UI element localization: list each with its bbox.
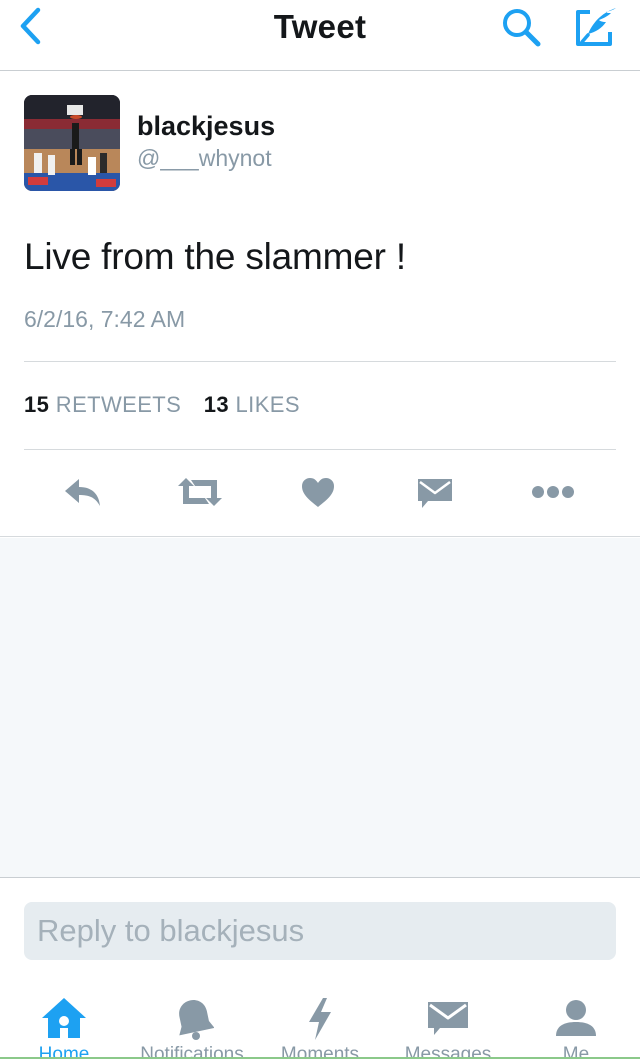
envelope-icon [428, 1002, 468, 1035]
conversation-area [0, 538, 640, 878]
more-button[interactable] [523, 467, 583, 517]
reply-button[interactable] [53, 467, 113, 517]
bell-icon [179, 1000, 214, 1040]
likes-stat[interactable]: 13 LIKES [204, 392, 300, 417]
reply-icon [65, 479, 100, 506]
more-icon [532, 486, 574, 498]
direct-message-button[interactable] [405, 467, 465, 517]
tab-label: Notifications [140, 1044, 244, 1059]
tab-label: Messages [404, 1044, 492, 1059]
user-name[interactable]: blackjesus [137, 111, 275, 142]
tab-me[interactable]: Me [512, 980, 640, 1059]
user-handle[interactable]: @___whynot [137, 145, 272, 172]
retweets-count: 15 [24, 392, 50, 417]
navigation-bar: Tweet [0, 0, 640, 71]
tweet-detail: blackjesus @___whynot Live from the slam… [0, 72, 640, 537]
retweet-button[interactable] [170, 467, 230, 517]
lightning-icon [309, 998, 331, 1040]
retweet-icon [178, 478, 222, 506]
tab-label: Me [562, 1044, 590, 1059]
compose-button[interactable] [570, 4, 620, 48]
home-icon [42, 998, 86, 1038]
likes-label: LIKES [235, 392, 300, 417]
heart-icon [302, 478, 334, 507]
tweet-actions [0, 467, 640, 517]
avatar[interactable] [24, 95, 120, 191]
search-icon [503, 9, 541, 47]
compose-icon [576, 8, 616, 46]
reply-bar [0, 879, 640, 979]
tweet-stats: 15 RETWEETS 13 LIKES [24, 392, 316, 418]
tab-bar: Home Notifications Moments Messages Me [0, 980, 640, 1059]
tab-messages[interactable]: Messages [384, 980, 512, 1059]
basketball-photo-avatar [24, 95, 120, 191]
direct-message-icon [418, 479, 452, 508]
retweets-stat[interactable]: 15 RETWEETS [24, 392, 181, 417]
tweet-timestamp: 6/2/16, 7:42 AM [24, 306, 186, 332]
tab-moments[interactable]: Moments [256, 980, 384, 1059]
tab-label: Moments [280, 1044, 360, 1059]
search-button[interactable] [498, 6, 546, 48]
like-button[interactable] [288, 467, 348, 517]
tab-notifications[interactable]: Notifications [128, 980, 256, 1059]
likes-count: 13 [203, 392, 230, 417]
divider [24, 361, 616, 362]
reply-input[interactable] [24, 902, 616, 960]
retweets-label: RETWEETS [55, 392, 182, 417]
tab-home[interactable]: Home [0, 980, 128, 1059]
tweet-text: Live from the slammer ! [24, 236, 406, 277]
person-icon [556, 1000, 596, 1036]
divider [24, 449, 616, 450]
tab-label: Home [38, 1044, 90, 1059]
